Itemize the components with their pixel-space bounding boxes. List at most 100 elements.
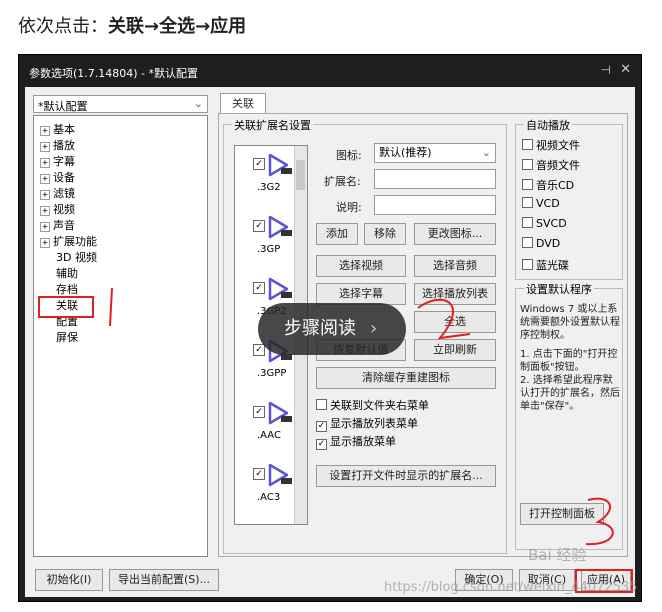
autoplay-checkbox[interactable]: 蓝光碟 <box>522 257 569 273</box>
highlight-association <box>38 296 94 318</box>
autoplay-checkbox[interactable]: SVCD <box>522 217 567 230</box>
instruction-prefix: 依次点击： <box>18 16 108 37</box>
default-program-text: Windows 7 或以上系统需要额外设置默认程序控制权。 1. 点击下面的"打… <box>520 303 620 413</box>
checkbox[interactable]: ✓ <box>253 220 265 232</box>
ext-label: 扩展名: <box>324 175 361 188</box>
desc-input[interactable] <box>374 195 496 215</box>
baidu-logo-watermark: Bai 经验 <box>528 546 587 564</box>
add-button[interactable]: 添加 <box>316 223 358 245</box>
select-audio-button[interactable]: 选择音频 <box>414 255 496 277</box>
profile-select[interactable]: *默认配置 ⌄ <box>33 95 208 113</box>
list-item[interactable]: ✓ .3GP <box>241 214 301 274</box>
chevron-down-icon: ⌄ <box>193 97 203 110</box>
expand-icon[interactable]: + <box>40 142 50 152</box>
url-watermark: https://blog.csdn.net/weixin_44072535 <box>384 580 638 595</box>
clear-cache-button[interactable]: 清除缓存重建图标 <box>316 367 496 389</box>
tree-item-label: 设备 <box>53 171 75 184</box>
checkbox[interactable] <box>522 259 533 270</box>
menu-option-checkbox[interactable]: ✓ 显示播放列表菜单 <box>316 415 418 432</box>
tree-item-label: 3D 视频 <box>56 251 97 264</box>
expand-icon[interactable]: + <box>40 222 50 232</box>
ext-label: .AC3 <box>257 492 281 503</box>
chevron-down-icon: ⌄ <box>481 146 491 159</box>
ext-label: .3G2 <box>257 182 281 193</box>
expand-icon[interactable]: + <box>40 158 50 168</box>
expand-icon[interactable]: + <box>40 126 50 136</box>
media-file-icon <box>267 214 293 242</box>
options-tree[interactable]: + 基本 + 播放 + 字幕 + 设备 + 滤镜 + 视频 + 声音 + 扩展功能 3D 视频 辅助 存档 关联 配置屏… <box>33 115 208 557</box>
ext-label: .AAC <box>257 430 281 441</box>
checkbox[interactable] <box>316 399 327 410</box>
autoplay-checkbox[interactable]: DVD <box>522 237 560 250</box>
open-control-panel-button[interactable]: 打开控制面板 <box>520 503 604 525</box>
ext-input[interactable] <box>374 169 496 189</box>
checkbox[interactable] <box>522 197 533 208</box>
tree-item-label: 播放 <box>53 139 75 152</box>
checkbox[interactable]: ✓ <box>253 282 265 294</box>
tree-item[interactable]: + 播放 <box>40 138 207 154</box>
checkbox[interactable] <box>522 179 533 190</box>
change-icon-button[interactable]: 更改图标... <box>414 223 496 245</box>
autoplay-checkbox[interactable]: 音乐CD <box>522 177 574 193</box>
expand-icon[interactable]: + <box>40 206 50 216</box>
tree-item-label: 屏保 <box>56 331 78 344</box>
set-open-ext-button[interactable]: 设置打开文件时显示的扩展名... <box>316 465 496 487</box>
checkbox[interactable]: ✓ <box>316 421 327 432</box>
tab-association[interactable]: 关联 <box>220 93 266 114</box>
instruction-path: 关联→全选→应用 <box>108 16 247 37</box>
tree-item[interactable]: + 视频 <box>40 202 207 218</box>
list-item[interactable]: ✓ .AAC <box>241 400 301 460</box>
select-video-button[interactable]: 选择视频 <box>316 255 406 277</box>
checkbox[interactable] <box>522 237 533 248</box>
select-playlist-button[interactable]: 选择播放列表 <box>414 283 496 305</box>
refresh-button[interactable]: 立即刷新 <box>414 339 496 361</box>
checkbox[interactable]: ✓ <box>316 439 327 450</box>
select-subtitle-button[interactable]: 选择字幕 <box>316 283 406 305</box>
default-program-text-3: 2. 选择希望此程序默认打开的扩展名，然后单击"保存"。 <box>520 375 620 412</box>
remove-button[interactable]: 移除 <box>364 223 406 245</box>
pin-icon[interactable]: ⊣ <box>601 63 611 77</box>
tree-item-label: 辅助 <box>56 267 78 280</box>
tree-item[interactable]: + 声音 <box>40 218 207 234</box>
tree-item-label: 字幕 <box>53 155 75 168</box>
step-reading-overlay[interactable]: 步骤阅读 › <box>258 303 406 355</box>
autoplay-checkbox[interactable]: 音频文件 <box>522 157 580 173</box>
icon-select[interactable]: 默认(推荐) ⌄ <box>374 143 496 163</box>
menu-option-checkbox[interactable]: 关联到文件夹右菜单 <box>316 397 429 413</box>
tree-item[interactable]: + 设备 <box>40 170 207 186</box>
tree-item[interactable]: 3D 视频 <box>40 250 207 266</box>
expand-icon[interactable]: + <box>40 238 50 248</box>
checkbox[interactable] <box>522 217 533 228</box>
default-program-text-1: Windows 7 或以上系统需要额外设置默认程序控制权。 <box>520 304 620 341</box>
tree-item[interactable]: 屏保 <box>40 330 207 346</box>
media-file-icon <box>267 276 293 304</box>
autoplay-checkbox[interactable]: VCD <box>522 197 560 210</box>
checkbox[interactable] <box>522 139 533 150</box>
menu-option-checkbox[interactable]: ✓ 显示播放菜单 <box>316 433 396 450</box>
checkbox[interactable]: ✓ <box>253 406 265 418</box>
tree-item-label: 存档 <box>56 283 78 296</box>
select-all-button[interactable]: 全选 <box>414 311 496 333</box>
init-button[interactable]: 初始化(I) <box>35 569 103 591</box>
export-config-button[interactable]: 导出当前配置(S)... <box>109 569 219 591</box>
expand-icon[interactable]: + <box>40 190 50 200</box>
checkbox[interactable] <box>522 159 533 170</box>
tree-item-label: 滤镜 <box>53 187 75 200</box>
tree-item[interactable]: + 字幕 <box>40 154 207 170</box>
checkbox-label: VCD <box>536 197 560 210</box>
chevron-right-icon: › <box>370 318 378 339</box>
close-icon[interactable]: ✕ <box>620 62 631 77</box>
media-file-icon <box>267 462 293 490</box>
checkbox[interactable]: ✓ <box>253 158 265 170</box>
list-item[interactable]: ✓ .AC3 <box>241 462 301 522</box>
tree-item[interactable]: + 基本 <box>40 122 207 138</box>
tree-item[interactable]: + 滤镜 <box>40 186 207 202</box>
tree-item[interactable]: 辅助 <box>40 266 207 282</box>
expand-icon[interactable]: + <box>40 174 50 184</box>
list-item[interactable]: ✓ .3G2 <box>241 152 301 212</box>
autoplay-checkbox[interactable]: 视频文件 <box>522 137 580 153</box>
checkbox-label: 蓝光碟 <box>536 259 569 272</box>
media-file-icon <box>267 400 293 428</box>
checkbox[interactable]: ✓ <box>253 468 265 480</box>
tree-item[interactable]: + 扩展功能 <box>40 234 207 250</box>
